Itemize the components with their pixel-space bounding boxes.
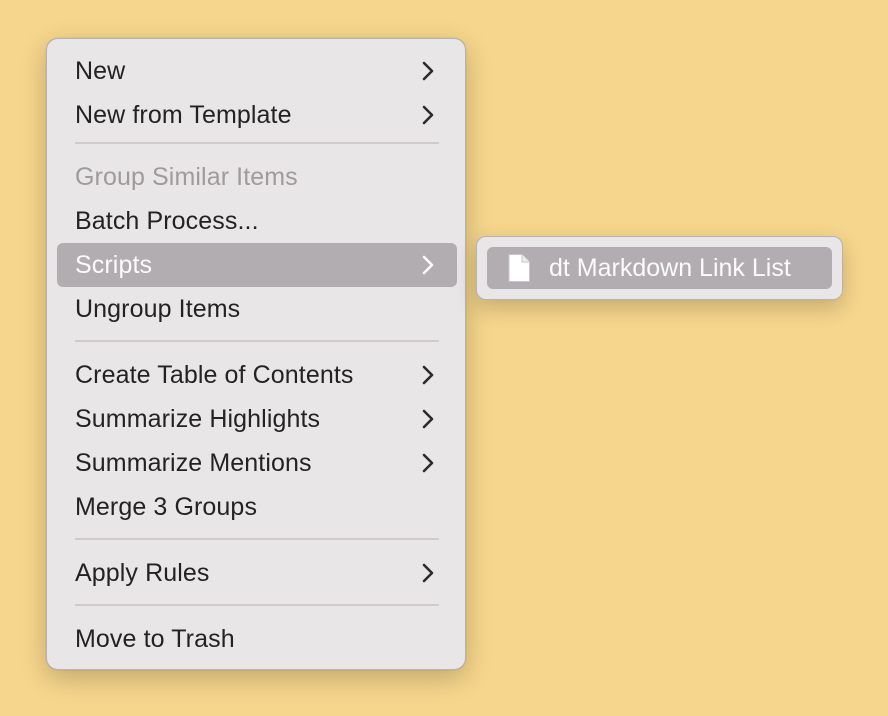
menu-item-label: Create Table of Contents xyxy=(75,360,354,389)
menu-item-scripts[interactable]: Scripts xyxy=(57,243,457,287)
menu-item-label: Ungroup Items xyxy=(75,294,241,323)
chevron-right-icon xyxy=(415,450,441,476)
menu-separator xyxy=(75,604,439,606)
menu-item-label: Batch Process... xyxy=(75,206,259,235)
menu-item-label: Apply Rules xyxy=(75,558,210,587)
menu-item-apply-rules[interactable]: Apply Rules xyxy=(57,551,457,595)
context-menu: New New from Template Group Similar Item… xyxy=(46,38,466,670)
chevron-right-icon xyxy=(415,102,441,128)
menu-item-label: Move to Trash xyxy=(75,624,235,653)
menu-item-label: New xyxy=(75,56,126,85)
menu-item-label: Group Similar Items xyxy=(75,162,298,191)
menu-item-new[interactable]: New xyxy=(57,49,457,93)
menu-item-new-from-template[interactable]: New from Template xyxy=(57,93,457,137)
scripts-submenu: dt Markdown Link List xyxy=(476,236,843,300)
document-icon xyxy=(507,253,531,283)
menu-item-merge-groups[interactable]: Merge 3 Groups xyxy=(57,485,457,529)
menu-item-move-to-trash[interactable]: Move to Trash xyxy=(57,617,457,661)
menu-item-label: Merge 3 Groups xyxy=(75,492,258,521)
chevron-right-icon xyxy=(415,560,441,586)
menu-item-label: New from Template xyxy=(75,100,292,129)
menu-item-ungroup-items[interactable]: Ungroup Items xyxy=(57,287,457,331)
menu-separator xyxy=(75,142,439,144)
chevron-right-icon xyxy=(415,58,441,84)
menu-item-label: Summarize Highlights xyxy=(75,404,321,433)
submenu-item-dt-markdown-link-list[interactable]: dt Markdown Link List xyxy=(487,247,832,289)
menu-item-label: Scripts xyxy=(75,250,153,279)
chevron-right-icon xyxy=(415,406,441,432)
menu-item-label: Summarize Mentions xyxy=(75,448,312,477)
chevron-right-icon xyxy=(415,362,441,388)
submenu-item-label: dt Markdown Link List xyxy=(549,253,791,282)
chevron-right-icon xyxy=(415,252,441,278)
menu-separator xyxy=(75,538,439,540)
menu-item-create-table-of-contents[interactable]: Create Table of Contents xyxy=(57,353,457,397)
menu-item-group-similar-items: Group Similar Items xyxy=(57,155,457,199)
menu-item-batch-process[interactable]: Batch Process... xyxy=(57,199,457,243)
menu-item-summarize-highlights[interactable]: Summarize Highlights xyxy=(57,397,457,441)
menu-separator xyxy=(75,340,439,342)
menu-item-summarize-mentions[interactable]: Summarize Mentions xyxy=(57,441,457,485)
